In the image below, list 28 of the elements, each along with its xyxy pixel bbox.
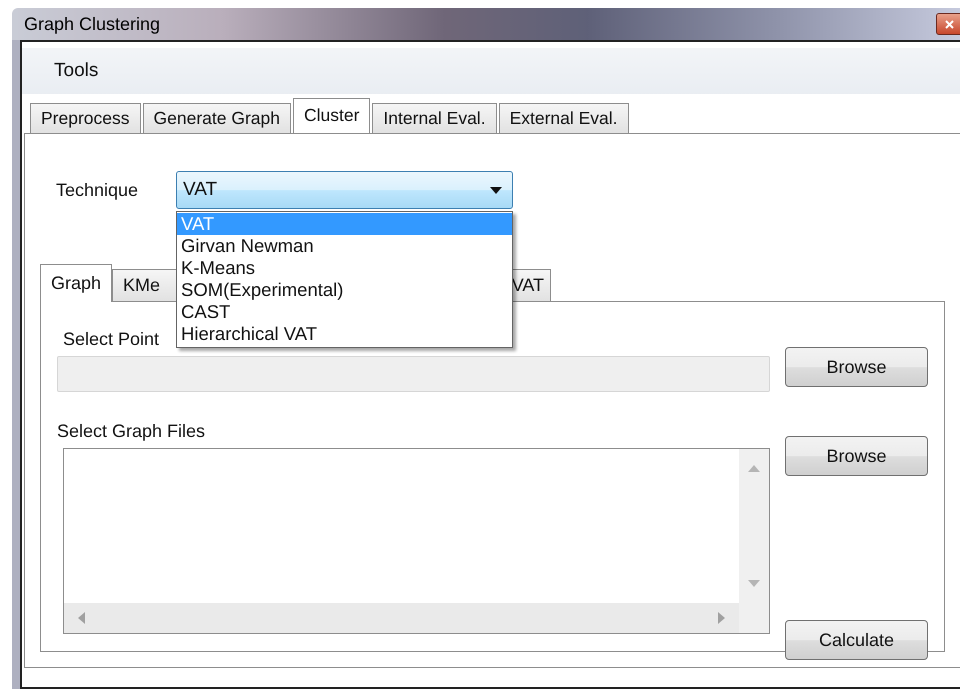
scroll-left-icon[interactable] bbox=[78, 612, 85, 624]
vertical-scrollbar[interactable] bbox=[739, 449, 769, 603]
tab[interactable]: Graph bbox=[40, 264, 112, 302]
graph-files-list[interactable] bbox=[63, 448, 770, 634]
dropdown-option[interactable]: Girvan Newman bbox=[177, 235, 512, 257]
scroll-up-icon[interactable] bbox=[748, 465, 760, 472]
tab[interactable]: Preprocess bbox=[30, 103, 141, 133]
close-button[interactable] bbox=[936, 13, 960, 35]
tab[interactable]: Internal Eval. bbox=[372, 103, 497, 133]
dropdown-option[interactable]: CAST bbox=[177, 301, 512, 323]
dropdown-option[interactable]: Hierarchical VAT bbox=[177, 323, 512, 345]
scroll-right-icon[interactable] bbox=[718, 612, 725, 624]
close-icon bbox=[945, 20, 954, 28]
scroll-down-icon[interactable] bbox=[748, 580, 760, 587]
tab[interactable]: Cluster bbox=[292, 98, 370, 134]
select-graph-files-label: Select Graph Files bbox=[56, 420, 206, 443]
tab[interactable]: External Eval. bbox=[498, 103, 629, 133]
menu-item[interactable]: Tools bbox=[46, 56, 106, 86]
technique-label: Technique bbox=[56, 180, 140, 200]
caret-icon bbox=[490, 186, 502, 194]
technique-dropdown[interactable]: VAT bbox=[176, 171, 513, 209]
scrollbar-corner bbox=[739, 603, 769, 633]
tab[interactable]: Generate Graph bbox=[142, 103, 291, 133]
select-point-label: Select Point bbox=[62, 328, 160, 351]
calculate-button[interactable]: Calculate bbox=[785, 620, 928, 660]
window-title: Graph Clustering bbox=[24, 14, 160, 34]
browse-button[interactable]: Browse bbox=[785, 436, 928, 476]
horizontal-scrollbar[interactable] bbox=[64, 603, 739, 633]
